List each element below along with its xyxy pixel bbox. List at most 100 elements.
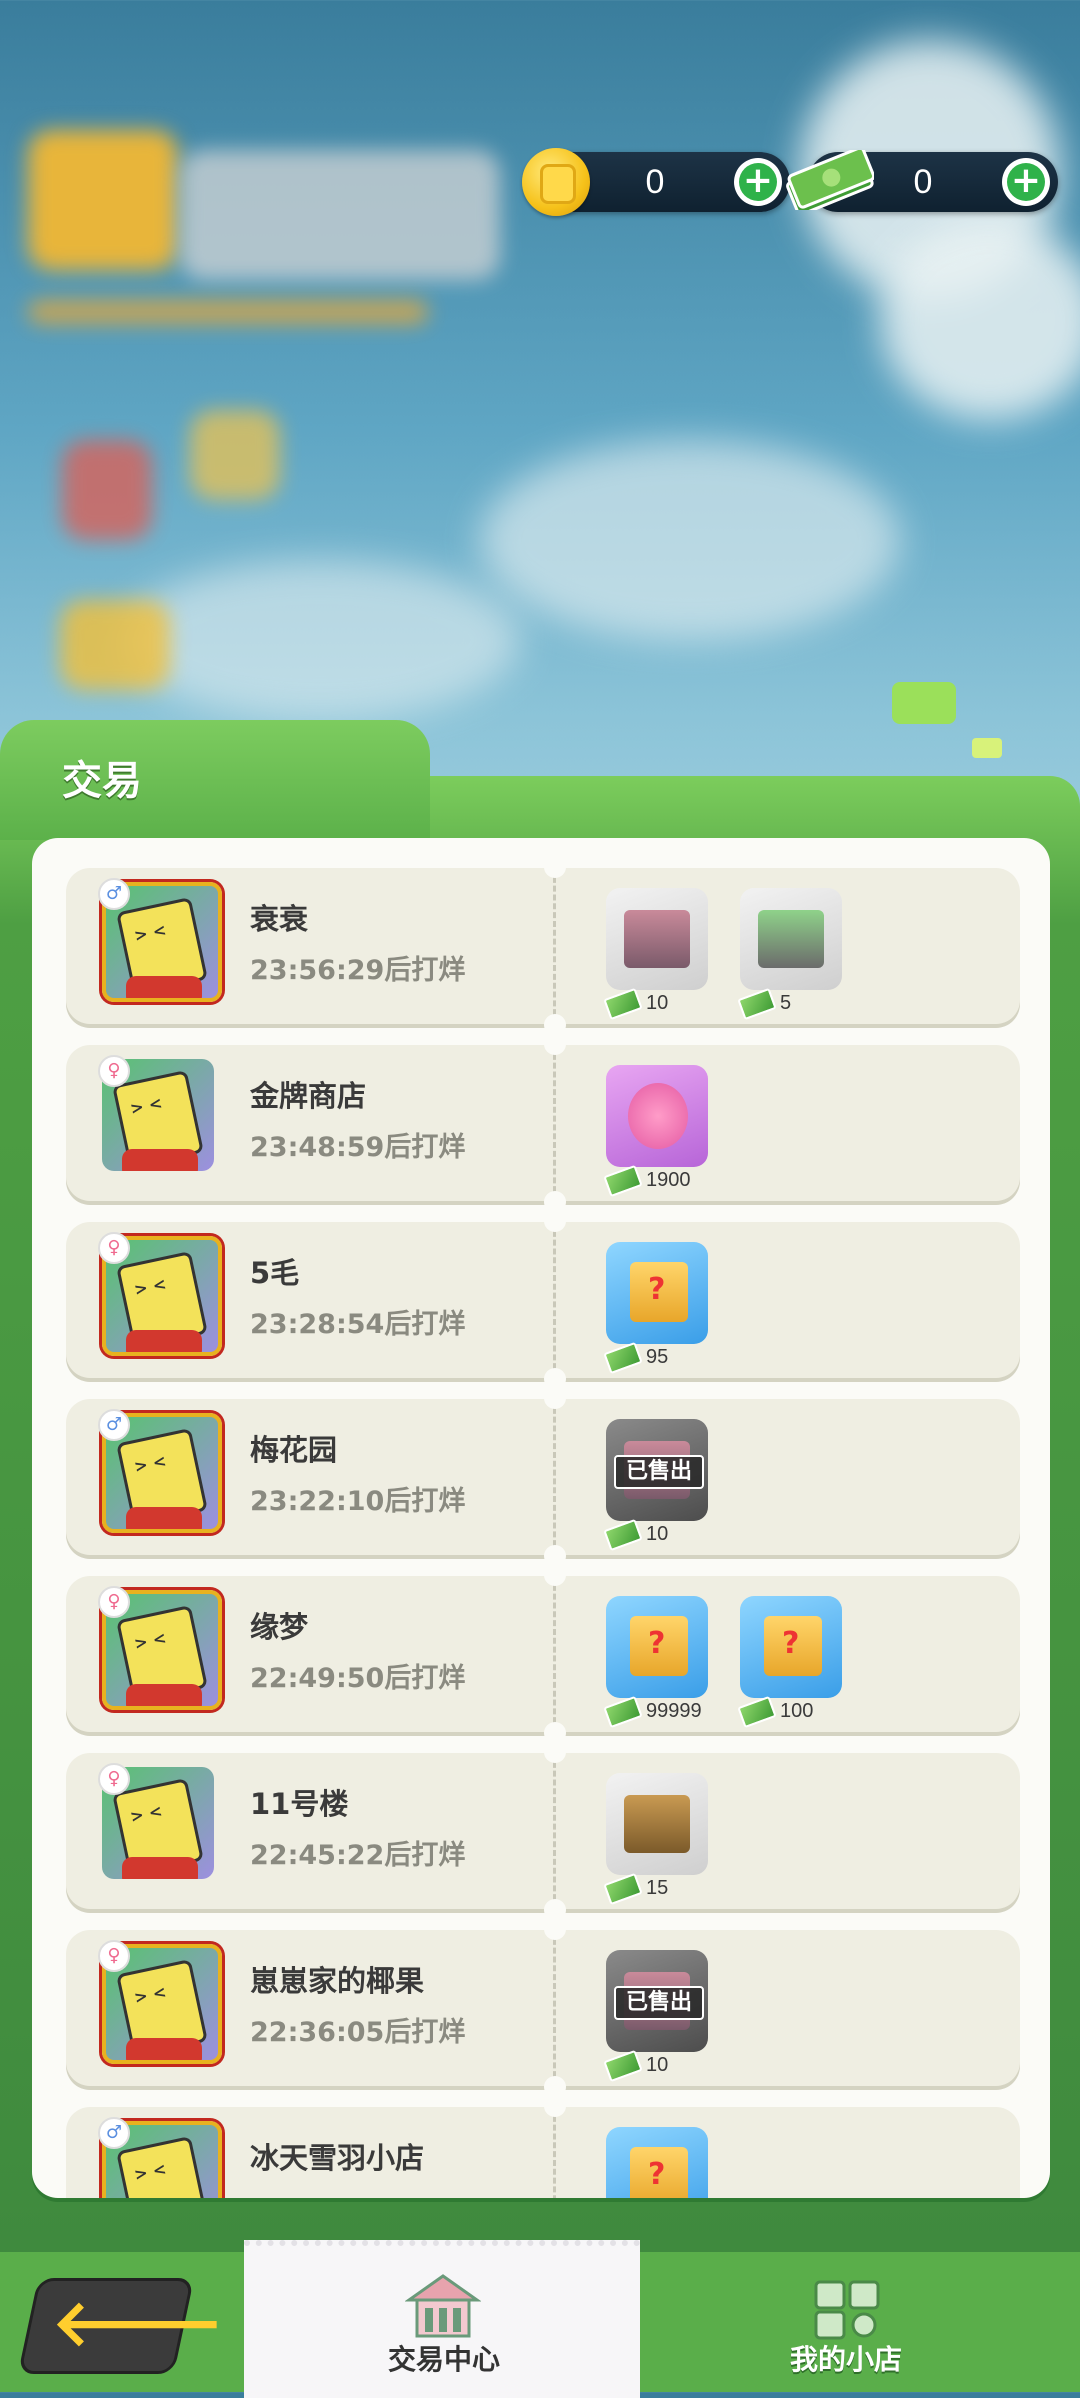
listing-card[interactable]: ♂ 梅花园 23:22:10后打烊 已售出 10 [66,1387,1020,1567]
item-price: 95 [603,1341,710,1374]
avatar-body [126,976,202,998]
shop-name: 5毛 [250,1256,300,1290]
listing-card[interactable]: ♂ 冰天雪羽小店 [66,2095,1020,2198]
item-price: 5 [737,987,844,1020]
ticket-notch [544,1033,566,1055]
decoration [892,682,956,724]
sale-item[interactable]: 15 [603,1773,710,1905]
avatar-body [126,1330,202,1352]
item-thumbnail: 已售出 [606,1419,708,1521]
shop-icon [814,2280,880,2340]
building-art [624,910,690,968]
sale-item[interactable]: 95 [603,1242,710,1374]
cash-icon [737,1695,777,1728]
cash-icon [603,1341,643,1374]
item-thumbnail [606,1773,708,1875]
listing-card[interactable]: ♀ 11号楼 22:45:22后打烊 15 [66,1741,1020,1921]
item-thumbnail [740,1596,842,1698]
item-thumbnail [740,888,842,990]
farm-art [624,1795,690,1853]
listing-card[interactable]: ♂ 衰衰 23:56:29后打烊 10 5 [66,856,1020,1036]
ticket-divider [553,1753,556,1909]
ticket-notch [544,1741,566,1763]
price-value: 1900 [646,1169,691,1191]
ticket-divider [553,1222,556,1378]
item-price: 10 [603,1518,710,1551]
shop-name: 金牌商店 [250,1079,367,1113]
ticket-divider [553,1045,556,1201]
avatar-body [126,1507,202,1529]
decoration [972,738,1002,758]
sale-item[interactable]: 1900 [603,1065,710,1197]
cash-icon [603,1164,643,1197]
shop-name: 缘梦 [250,1610,309,1644]
listing-list[interactable]: ♂ 衰衰 23:56:29后打烊 10 5 ♀ 金牌商店 23:48:59后打烊 1900 ♀ 5毛… [32,838,1050,2198]
item-price: 99999 [603,1695,710,1728]
avatar-body [122,1149,198,1171]
cash-icon [603,1518,643,1551]
female-gender-icon: ♀ [98,1232,130,1264]
closing-timer: 22:45:22后打烊 [250,1840,466,1871]
ticket-divider [553,1576,556,1732]
arrow-left-icon: 🡐 [52,2287,224,2361]
item-price: 15 [603,1872,710,1905]
store-art [758,910,824,968]
listing-card[interactable]: ♀ 缘梦 22:49:50后打烊 99999 100 [66,1564,1020,1744]
mystery-box-art [630,1262,688,1322]
cash-stack-icon [786,150,874,210]
sold-badge: 已售出 [614,1986,704,2020]
price-value: 10 [646,1523,669,1545]
male-gender-icon: ♂ [98,2117,130,2149]
add-cash-button[interactable]: + [1002,158,1050,206]
ticket-notch [544,1210,566,1232]
price-value: 5 [780,992,792,1014]
sale-item[interactable]: 99999 [603,1596,710,1728]
tab-my-shop-label[interactable]: 我的小店 [790,2338,902,2378]
ticket-notch [544,2095,566,2117]
shop-name: 11号楼 [250,1787,349,1821]
item-price: 10 [603,987,710,1020]
sale-item[interactable]: 已售出 10 [603,1950,710,2082]
listing-card[interactable]: ♀ 崽崽家的椰果 22:36:05后打烊 已售出 10 [66,1918,1020,2098]
cash-icon [737,987,777,1020]
female-gender-icon: ♀ [98,1586,130,1618]
male-gender-icon: ♂ [98,1409,130,1441]
sale-item[interactable]: 已售出 10 [603,1419,710,1551]
price-value: 100 [780,1700,814,1722]
ticket-divider [553,1399,556,1555]
item-price: 1900 [603,1164,710,1197]
cash-icon [603,1695,643,1728]
item-thumbnail [606,2127,708,2198]
sale-item[interactable]: 5 [737,888,844,1020]
avatar-face [116,2136,208,2198]
sold-badge: 已售出 [614,1455,704,1489]
closing-timer: 22:49:50后打烊 [250,1663,466,1694]
add-coins-button[interactable]: + [734,158,782,206]
male-gender-icon: ♂ [98,878,130,910]
sale-item[interactable]: 10 [603,888,710,1020]
price-value: 99999 [646,1700,702,1722]
shop-name: 崽崽家的椰果 [250,1964,425,1998]
item-price: 10 [603,2049,710,2082]
listing-card[interactable]: ♀ 5毛 23:28:54后打烊 95 [66,1210,1020,1390]
closing-timer: 22:36:05后打烊 [250,2017,466,2048]
sale-item[interactable]: 100 [737,1596,844,1728]
price-value: 15 [646,1877,669,1899]
ticket-divider [553,868,556,1024]
closing-timer: 23:48:59后打烊 [250,1132,466,1163]
price-value: 10 [646,992,669,1014]
item-thumbnail [606,1242,708,1344]
shop-name: 梅花园 [250,1433,338,1467]
plus-icon: + [1007,163,1045,201]
item-thumbnail: 已售出 [606,1950,708,2052]
listing-card[interactable]: ♀ 金牌商店 23:48:59后打烊 1900 [66,1033,1020,1213]
closing-timer: 23:28:54后打烊 [250,1309,466,1340]
female-gender-icon: ♀ [98,1763,130,1795]
sale-item[interactable] [606,2127,710,2198]
ticket-notch [544,856,566,878]
cash-icon [603,987,643,1020]
gold-coin-icon [522,148,590,216]
flower-gift-art [628,1083,688,1149]
avatar-body [126,2038,202,2060]
mystery-box-art [630,1616,688,1676]
